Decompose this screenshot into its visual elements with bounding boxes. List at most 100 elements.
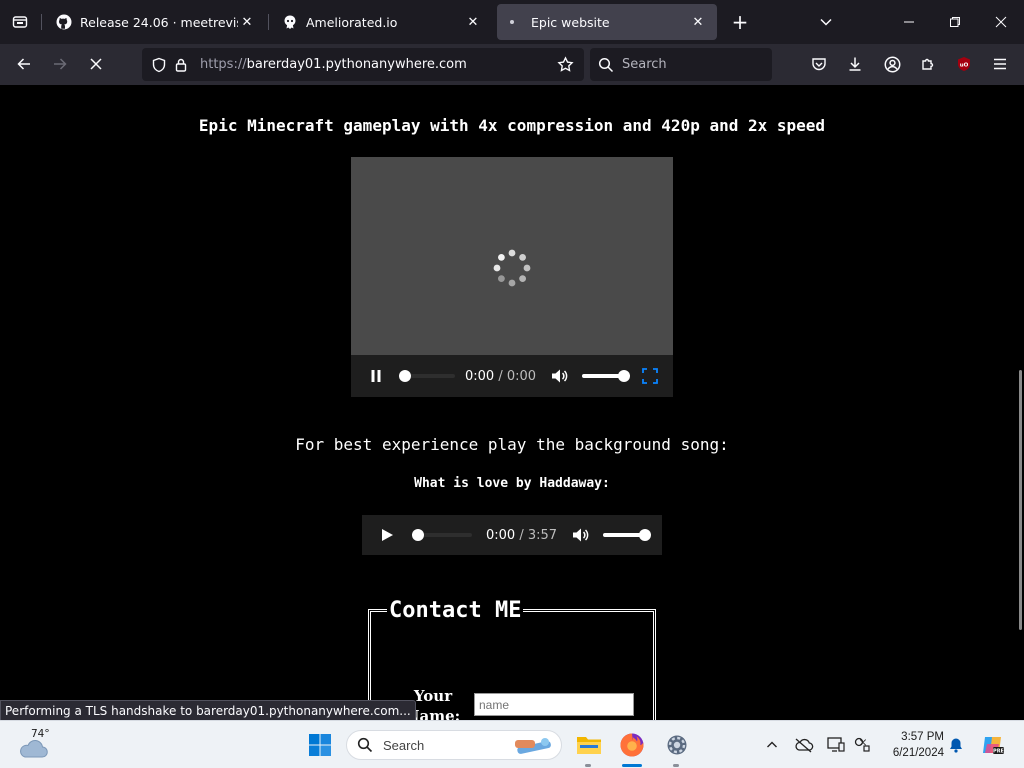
song-name: What is love by Haddaway: [414,476,610,491]
taskbar-search[interactable]: Search [346,730,562,760]
video-volume-slider[interactable] [582,370,631,382]
svg-text:PRE: PRE [993,749,1005,755]
ublock-origin-icon: uO [958,57,970,71]
audio-duration: / 3:57 [519,527,558,543]
weather-widget[interactable]: 74° [18,727,58,763]
tab-release[interactable]: Release 24.06 · meetrevision/pla ✕ [46,4,266,40]
firefox-running-indicator [622,764,642,767]
play-button[interactable] [374,522,400,548]
monitor-icon [827,737,845,752]
restore-button[interactable] [932,0,978,44]
pocket-icon [812,58,826,71]
arrow-right-icon [54,58,67,70]
file-explorer-button[interactable] [571,727,607,763]
video-current-time: 0:00 [465,368,495,384]
audio-volume-slider[interactable] [603,529,652,541]
account-button[interactable] [877,49,907,79]
search-placeholder: Search [622,57,667,72]
video-seek-handle[interactable] [399,370,411,382]
audio-volume-handle[interactable] [639,529,652,541]
audio-player[interactable]: 0:00 / 3:57 [362,515,662,555]
app-menu-button[interactable] [985,49,1015,79]
github-icon [56,14,72,30]
firefox-button[interactable] [614,727,650,763]
hamburger-menu-icon [994,58,1006,70]
explorer-running-indicator [585,764,591,767]
audio-seek-slider[interactable] [412,529,472,541]
video-volume-handle[interactable] [618,370,631,382]
back-button[interactable] [9,49,39,79]
search-highlight-icon [515,738,551,754]
downloads-button[interactable] [840,49,870,79]
contact-legend: Contact ME [387,598,524,624]
audio-mute-button[interactable] [569,523,593,547]
display-tray-button[interactable] [824,733,848,757]
pause-icon [371,370,381,382]
audio-time: 0:00 / 3:57 [486,528,557,543]
network-tray-button[interactable] [850,733,874,757]
pocket-button[interactable] [804,49,834,79]
pause-button[interactable] [363,363,389,389]
lock-icon[interactable] [170,54,192,76]
audio-seek-handle[interactable] [412,529,424,541]
url-text[interactable]: https://barerday01.pythonanywhere.com [200,57,554,72]
tab-separator [268,14,269,30]
video-seek-slider[interactable] [399,370,455,382]
close-tab-icon[interactable]: ✕ [464,13,482,31]
onedrive-tray-button[interactable] [792,733,816,757]
temperature: 74° [31,728,50,740]
tracking-protection-shield-icon[interactable] [148,54,170,76]
navigation-toolbar: https://barerday01.pythonanywhere.com Se… [0,44,1024,85]
ameliorated-icon [282,14,298,30]
list-all-tabs-button[interactable] [812,8,840,36]
name-input[interactable]: name [474,693,634,716]
video-mute-button[interactable] [548,364,572,388]
settings-gear-icon [667,735,687,755]
url-scheme: https:// [200,57,247,72]
cloud-icon [20,740,48,758]
tab-epic-website[interactable]: Epic website ✕ [497,4,717,40]
video-player[interactable]: 0:00 / 0:00 [351,157,673,397]
folder-icon [577,737,601,754]
extensions-button[interactable] [913,49,943,79]
loading-dot-icon [507,14,523,30]
bookmark-star-icon[interactable] [554,54,576,76]
firefox-view-button[interactable] [0,0,40,44]
system-clock[interactable]: 3:57 PM 6/21/2024 [882,729,944,761]
fullscreen-button[interactable] [640,366,660,386]
new-tab-button[interactable]: + [726,8,754,36]
tab-title: Ameliorated.io [306,14,398,30]
copilot-icon: PRE [983,737,1005,755]
chevron-up-icon [767,741,777,748]
close-tab-icon[interactable]: ✕ [689,13,707,31]
search-bar[interactable]: Search [590,48,772,81]
settings-button[interactable] [659,727,695,763]
chevron-down-icon [820,18,832,26]
show-hidden-icons-button[interactable] [760,733,784,757]
forward-button[interactable] [45,49,75,79]
address-bar[interactable]: https://barerday01.pythonanywhere.com [142,48,584,81]
taskbar-search-placeholder: Search [383,737,425,753]
close-tab-icon[interactable]: ✕ [238,13,256,31]
cloud-off-icon [795,738,814,753]
tab-separator [41,14,42,30]
video-controls: 0:00 / 0:00 [351,355,673,397]
video-title: Epic Minecraft gameplay with 4x compress… [198,116,826,135]
download-icon [849,57,861,71]
clock-time: 3:57 PM [901,731,944,743]
notifications-button[interactable] [944,733,968,757]
search-icon [357,737,373,753]
tab-ameliorated[interactable]: Ameliorated.io ✕ [272,4,492,40]
stop-button[interactable] [81,49,111,79]
minimize-button[interactable] [886,0,932,44]
restore-icon [950,17,960,27]
song-heading: For best experience play the background … [295,435,729,454]
bell-icon [950,738,962,753]
page-scrollbar[interactable] [1019,370,1022,630]
close-window-button[interactable] [978,0,1024,44]
clock-date: 6/21/2024 [892,747,944,759]
start-button[interactable] [302,727,338,763]
copilot-button[interactable]: PRE [980,733,1006,757]
ublock-origin-button[interactable]: uO [949,49,979,79]
svg-text:uO: uO [960,63,969,69]
